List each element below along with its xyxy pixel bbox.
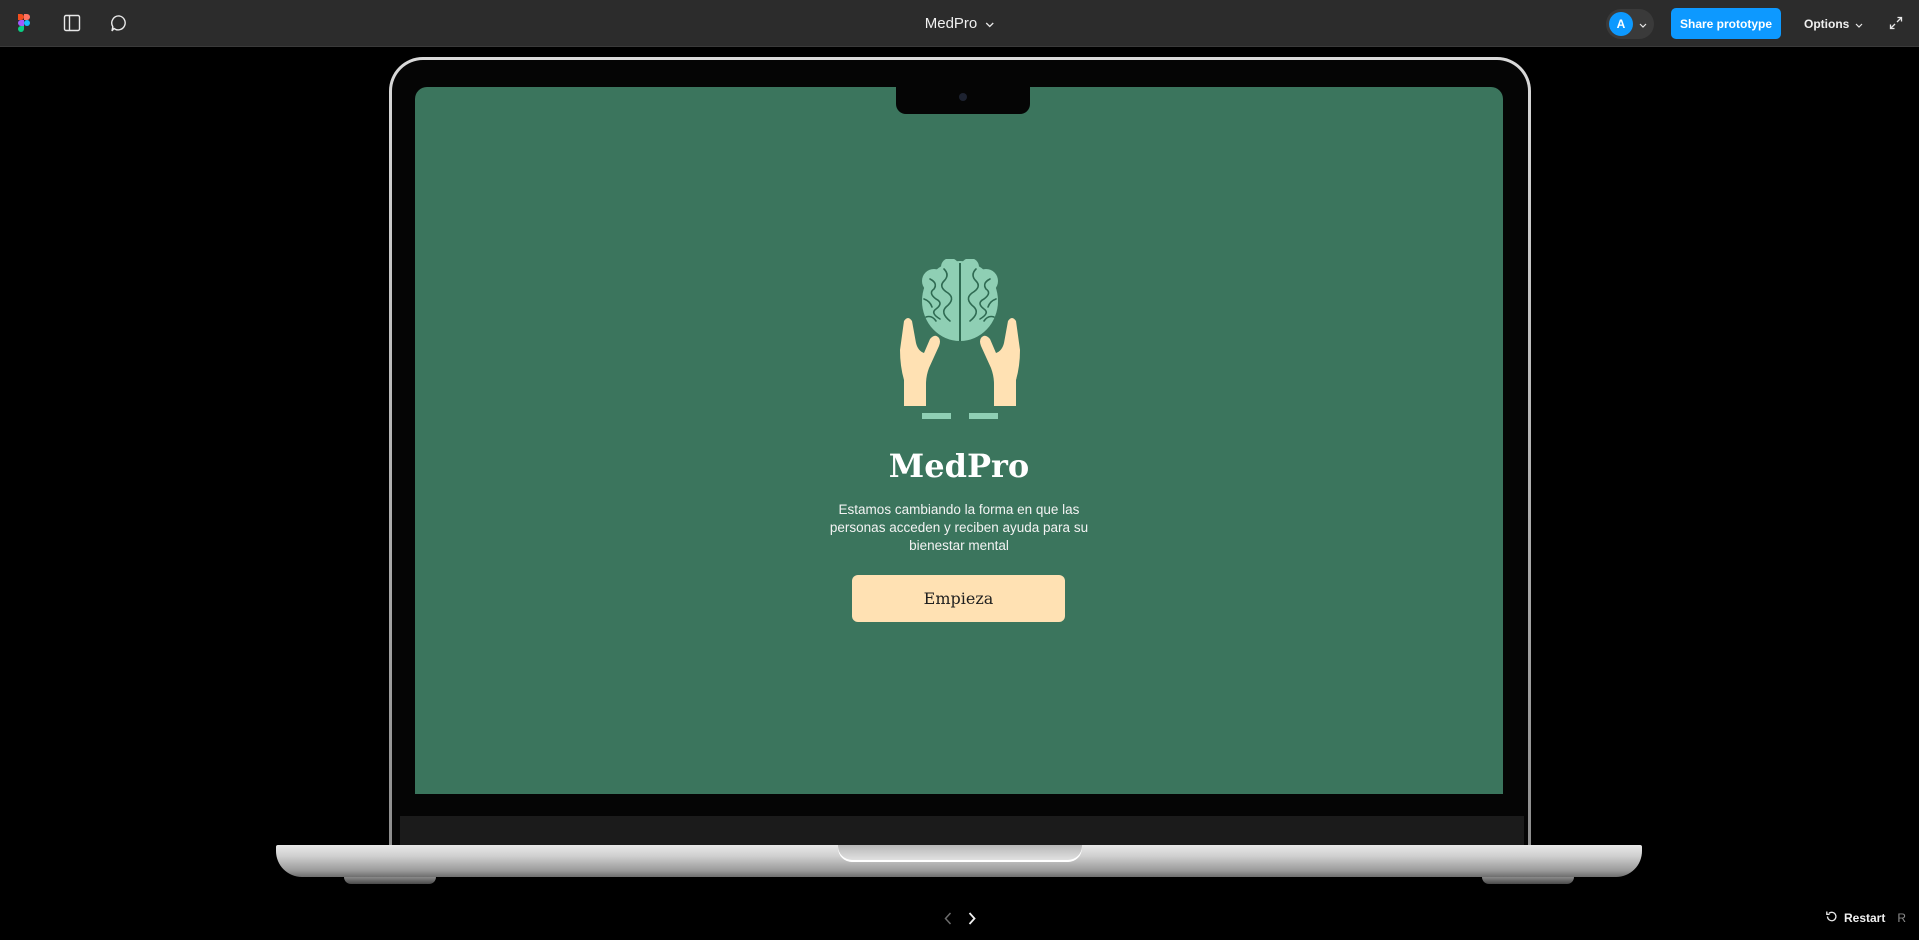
restart-label: Restart bbox=[1844, 911, 1886, 925]
figma-logo-icon[interactable] bbox=[11, 10, 37, 36]
restart-button[interactable]: Restart R bbox=[1825, 910, 1906, 926]
chevron-down-icon bbox=[1855, 17, 1863, 31]
avatar: A bbox=[1609, 12, 1633, 36]
restart-shortcut: R bbox=[1897, 911, 1907, 925]
comment-icon[interactable] bbox=[106, 10, 132, 36]
prototype-screen: MedPro Estamos cambiando la forma en que… bbox=[415, 87, 1503, 794]
app-title: MedPro bbox=[888, 447, 1030, 485]
prev-arrow-icon[interactable] bbox=[940, 910, 956, 926]
brain-in-hands-icon bbox=[900, 259, 1020, 419]
options-menu-button[interactable]: Options bbox=[1796, 8, 1871, 39]
restart-icon bbox=[1825, 910, 1838, 926]
document-title: MedPro bbox=[924, 15, 978, 32]
expand-icon[interactable] bbox=[1883, 10, 1909, 36]
next-arrow-icon[interactable] bbox=[964, 910, 980, 926]
multiplayer-avatars[interactable]: A bbox=[1606, 9, 1654, 39]
options-label: Options bbox=[1804, 16, 1850, 31]
camera-notch bbox=[896, 84, 1030, 114]
chevron-down-icon bbox=[1639, 15, 1647, 33]
screen-bottom-bezel bbox=[400, 816, 1524, 846]
get-started-button[interactable]: Empieza bbox=[852, 575, 1065, 622]
laptop-foot-right bbox=[1482, 877, 1574, 884]
laptop-bezel: MedPro Estamos cambiando la forma en que… bbox=[392, 60, 1528, 847]
laptop-device-frame: MedPro Estamos cambiando la forma en que… bbox=[389, 57, 1531, 847]
document-title-menu[interactable]: MedPro bbox=[925, 0, 995, 47]
laptop-base bbox=[276, 845, 1642, 877]
app-subtitle: Estamos cambiando la forma en que las pe… bbox=[829, 502, 1089, 553]
camera-icon bbox=[959, 93, 967, 101]
toolbar: MedPro A Share prototype Options bbox=[0, 0, 1919, 47]
share-prototype-button[interactable]: Share prototype bbox=[1671, 8, 1781, 39]
laptop-foot-left bbox=[344, 877, 436, 884]
chevron-down-icon bbox=[985, 15, 994, 32]
laptop-opening-notch bbox=[838, 845, 1082, 862]
brain-icon bbox=[922, 259, 998, 341]
sidebar-toggle-icon[interactable] bbox=[59, 10, 85, 36]
